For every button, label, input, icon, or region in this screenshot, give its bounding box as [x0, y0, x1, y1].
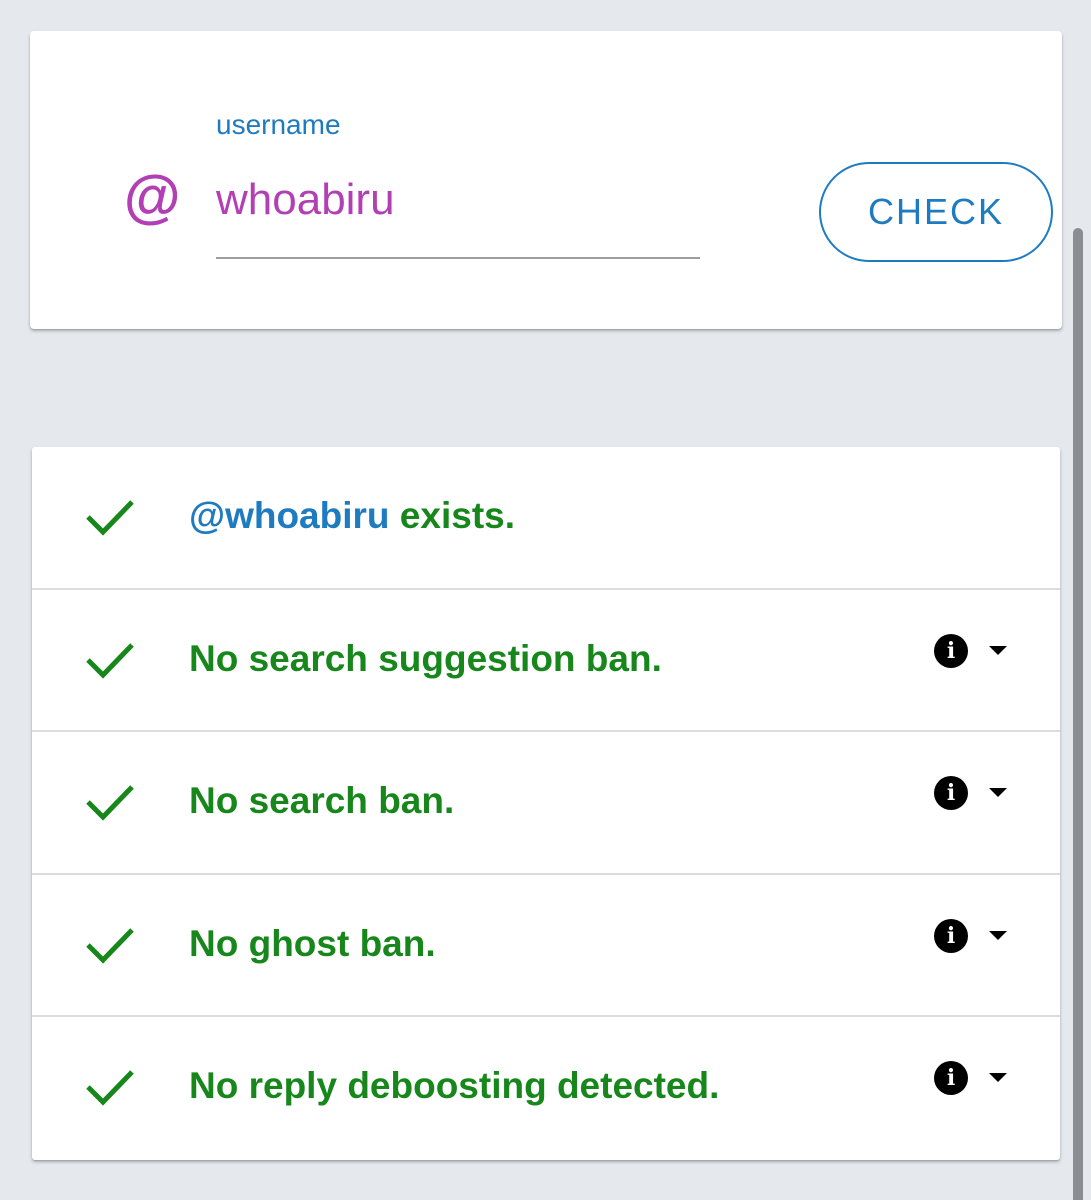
at-icon: @	[123, 165, 180, 230]
result-row-exists: @whoabiru exists.	[32, 447, 1060, 590]
info-icon[interactable]: i	[934, 918, 968, 953]
chevron-down-icon[interactable]	[989, 645, 1007, 655]
username-input[interactable]	[216, 171, 700, 229]
check-icon	[86, 1070, 134, 1106]
username-field-label: username	[216, 109, 341, 140]
result-text: No ghost ban.	[189, 922, 436, 964]
chevron-down-icon[interactable]	[989, 1073, 1007, 1083]
result-row-ghost-ban: No ghost ban. i	[32, 875, 1060, 1018]
chevron-down-icon[interactable]	[989, 930, 1007, 940]
check-icon	[86, 785, 134, 821]
username-link[interactable]: @whoabiru	[189, 495, 390, 536]
result-row-search-suggestion-ban: No search suggestion ban. i	[32, 590, 1060, 733]
result-row-reply-deboosting: No reply deboosting detected. i	[32, 1017, 1060, 1160]
username-search-card: @ username CHECK	[30, 31, 1062, 329]
result-text: No search suggestion ban.	[189, 637, 662, 679]
result-row-search-ban: No search ban. i	[32, 732, 1060, 875]
result-text: No reply deboosting detected.	[189, 1065, 720, 1107]
chevron-down-icon[interactable]	[989, 788, 1007, 798]
check-icon	[86, 500, 134, 536]
username-input-underline	[216, 257, 700, 259]
info-icon[interactable]: i	[934, 633, 968, 668]
check-button[interactable]: CHECK	[819, 162, 1053, 262]
page: @ username CHECK @whoabiru exists. No se…	[0, 0, 1091, 1200]
info-icon[interactable]: i	[934, 1061, 968, 1096]
result-text: @whoabiru exists.	[189, 495, 516, 537]
info-icon[interactable]: i	[934, 776, 968, 811]
check-icon	[86, 642, 134, 679]
result-exists-text: exists.	[389, 495, 516, 536]
results-card: @whoabiru exists. No search suggestion b…	[32, 447, 1060, 1160]
scrollbar[interactable]	[1073, 228, 1083, 1200]
result-text: No search ban.	[189, 780, 455, 822]
check-icon	[86, 928, 134, 964]
